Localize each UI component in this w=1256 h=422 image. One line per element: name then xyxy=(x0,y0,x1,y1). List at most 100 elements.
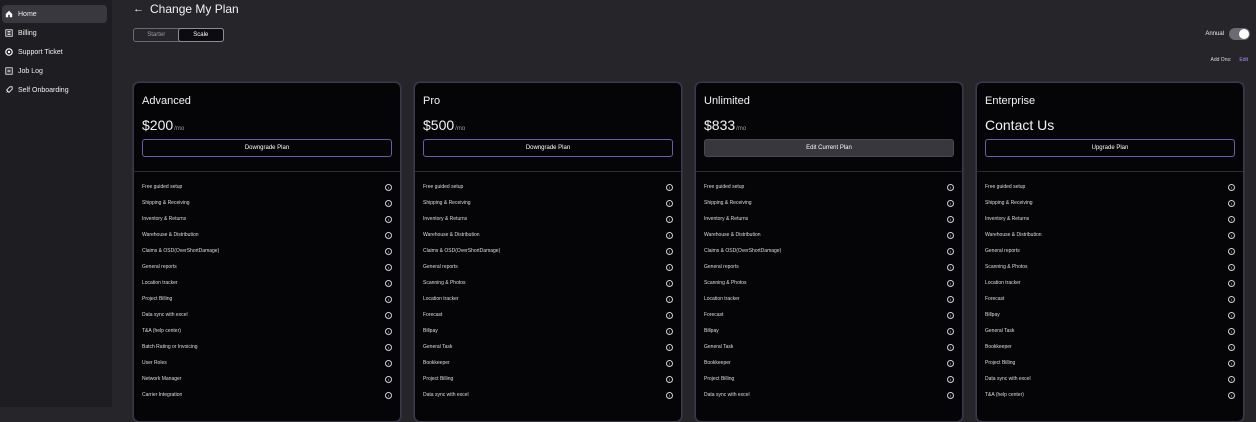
info-icon[interactable]: i xyxy=(666,391,673,399)
info-icon[interactable]: i xyxy=(666,199,673,207)
info-icon[interactable]: i xyxy=(1228,279,1235,287)
billing-icon xyxy=(5,29,13,37)
info-icon[interactable]: i xyxy=(1228,391,1235,399)
plan-action-button[interactable]: Downgrade Plan xyxy=(142,139,392,157)
feature-label: Claims & OSD(OverShortDamage) xyxy=(142,248,220,254)
info-icon[interactable]: i xyxy=(385,215,392,223)
info-icon[interactable]: i xyxy=(666,327,673,335)
info-icon[interactable]: i xyxy=(385,375,392,383)
info-icon[interactable]: i xyxy=(1228,343,1235,351)
starter-tab[interactable]: Starter xyxy=(134,29,179,41)
info-icon[interactable]: i xyxy=(666,263,673,271)
info-icon[interactable]: i xyxy=(1228,199,1235,207)
feature-label: Bookkeeper xyxy=(423,360,450,366)
feature-row: Forecast i xyxy=(415,307,681,323)
info-icon[interactable]: i xyxy=(1228,183,1235,191)
info-icon[interactable]: i xyxy=(385,231,392,239)
feature-list: Free guided setup i Shipping & Receiving i I… xyxy=(415,179,681,403)
sidebar-item-job-log[interactable]: Job Log xyxy=(2,62,107,80)
info-icon[interactable]: i xyxy=(666,375,673,383)
info-icon[interactable]: i xyxy=(1228,215,1235,223)
info-icon[interactable]: i xyxy=(947,215,954,223)
feature-list: Free guided setup i Shipping & Receiving i I… xyxy=(134,179,400,403)
info-icon[interactable]: i xyxy=(947,375,954,383)
feature-row: Claims & OSD(OverShortDamage) i xyxy=(134,243,400,259)
info-icon[interactable]: i xyxy=(947,311,954,319)
feature-label: Free guided setup xyxy=(142,184,183,190)
info-icon[interactable]: i xyxy=(947,183,954,191)
info-icon[interactable]: i xyxy=(666,359,673,367)
info-icon[interactable]: i xyxy=(1228,263,1235,271)
info-icon[interactable]: i xyxy=(947,359,954,367)
edit-addons-link[interactable]: Edit xyxy=(1239,57,1248,63)
info-icon[interactable]: i xyxy=(1228,359,1235,367)
info-icon[interactable]: i xyxy=(1228,247,1235,255)
info-icon[interactable]: i xyxy=(385,279,392,287)
info-icon[interactable]: i xyxy=(666,247,673,255)
info-icon[interactable]: i xyxy=(947,279,954,287)
feature-label: Inventory & Returns xyxy=(704,216,749,222)
info-icon[interactable]: i xyxy=(947,327,954,335)
info-icon[interactable]: i xyxy=(385,295,392,303)
sidebar-item-home[interactable]: Home xyxy=(2,5,107,23)
info-icon[interactable]: i xyxy=(947,199,954,207)
feature-label: Project Billing xyxy=(704,376,735,382)
feature-row: General reports i xyxy=(134,259,400,275)
feature-row: Batch Rating or Invoicing i xyxy=(134,339,400,355)
info-icon[interactable]: i xyxy=(947,263,954,271)
info-icon[interactable]: i xyxy=(947,247,954,255)
feature-label: Project Billing xyxy=(423,376,454,382)
info-icon[interactable]: i xyxy=(1228,231,1235,239)
scale-tab[interactable]: Scale xyxy=(177,28,224,42)
feature-label: Bookkeeper xyxy=(985,344,1012,350)
feature-label: T&A (help center) xyxy=(142,328,181,334)
info-icon[interactable]: i xyxy=(947,295,954,303)
info-icon[interactable]: i xyxy=(385,263,392,271)
info-icon[interactable]: i xyxy=(1228,375,1235,383)
plan-action-button[interactable]: Edit Current Plan xyxy=(704,139,954,157)
plan-price: $833/mo xyxy=(704,117,746,133)
info-icon[interactable]: i xyxy=(666,231,673,239)
info-icon[interactable]: i xyxy=(1228,311,1235,319)
feature-label: Data sync with excel xyxy=(985,376,1031,382)
info-icon[interactable]: i xyxy=(385,327,392,335)
feature-row: Project Billing i xyxy=(415,371,681,387)
info-icon[interactable]: i xyxy=(385,247,392,255)
info-icon[interactable]: i xyxy=(385,183,392,191)
info-icon[interactable]: i xyxy=(385,359,392,367)
info-icon[interactable]: i xyxy=(947,231,954,239)
feature-label: Free guided setup xyxy=(704,184,745,190)
sidebar-item-self-onboarding[interactable]: Self Onboarding xyxy=(2,81,107,99)
info-icon[interactable]: i xyxy=(666,279,673,287)
sidebar-item-support-ticket[interactable]: Support Ticket xyxy=(2,43,107,61)
sidebar-item-billing[interactable]: Billing xyxy=(2,24,107,42)
feature-label: General Task xyxy=(423,344,453,350)
info-icon[interactable]: i xyxy=(385,343,392,351)
feature-row: General Task i xyxy=(696,339,962,355)
annual-toggle[interactable] xyxy=(1229,28,1250,40)
info-icon[interactable]: i xyxy=(947,343,954,351)
info-icon[interactable]: i xyxy=(947,391,954,399)
arrow-left-icon[interactable]: ← xyxy=(133,3,144,15)
info-icon[interactable]: i xyxy=(1228,327,1235,335)
info-icon[interactable]: i xyxy=(385,199,392,207)
info-icon[interactable]: i xyxy=(666,343,673,351)
feature-label: General Task xyxy=(985,328,1015,334)
plan-action-button[interactable]: Downgrade Plan xyxy=(423,139,673,157)
feature-label: Warehouse & Distribution xyxy=(985,232,1042,238)
info-icon[interactable]: i xyxy=(1228,295,1235,303)
info-icon[interactable]: i xyxy=(666,183,673,191)
feature-row: Warehouse & Distribution i xyxy=(415,227,681,243)
plan-action-button[interactable]: Upgrade Plan xyxy=(985,139,1235,157)
plan-card-header: Unlimited $833/mo Edit Current Plan xyxy=(696,83,962,172)
info-icon[interactable]: i xyxy=(385,311,392,319)
info-icon[interactable]: i xyxy=(666,295,673,303)
info-icon[interactable]: i xyxy=(385,391,392,399)
plan-name: Unlimited xyxy=(704,95,750,107)
info-icon[interactable]: i xyxy=(666,311,673,319)
feature-row: Bookkeeper i xyxy=(415,355,681,371)
feature-label: Data sync with excel xyxy=(423,392,469,398)
feature-row: Warehouse & Distribution i xyxy=(977,227,1243,243)
info-icon[interactable]: i xyxy=(666,215,673,223)
addons-row: Add Ons: Edit xyxy=(1211,57,1248,63)
